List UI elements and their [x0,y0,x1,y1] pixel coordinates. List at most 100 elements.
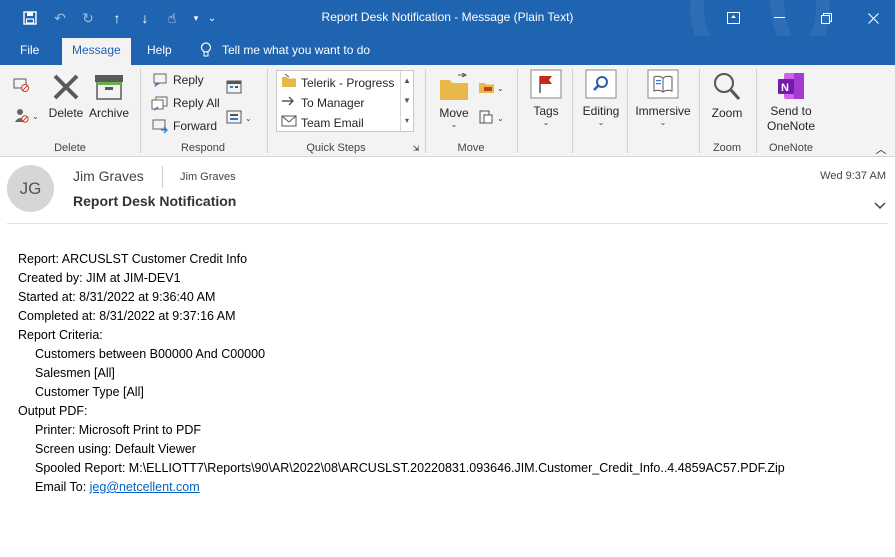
rules-icon: ⌄ [479,83,504,93]
folder-arrow-icon [281,73,301,91]
svg-text:⌄: ⌄ [497,84,504,93]
ribbon-display-options-icon[interactable] [714,0,752,36]
move-group-label: Move [457,142,485,154]
rules-button[interactable]: ⌄ [477,79,507,98]
body-line-customers: Customers between B00000 And C00000 [35,347,266,361]
meeting-reply-button[interactable] [224,79,244,98]
collapse-ribbon-icon[interactable]: ︿ [874,141,888,157]
quick-steps-group-label: Quick Steps [306,142,366,154]
flag-icon [530,69,562,99]
move-label: Move [439,106,469,120]
send-to-onenote-button[interactable]: N Send to OneNote [763,71,819,134]
editing-label: Editing [582,104,620,118]
delete-icon [53,74,79,100]
ignore-button[interactable] [10,75,32,96]
avatar: JG [7,165,54,212]
send-to-onenote-label-2: OneNote [766,119,816,133]
immersive-reader-icon [647,69,679,99]
group-separator [756,69,757,153]
find-icon [585,69,617,99]
zoom-button[interactable]: Zoom [706,71,748,120]
body-line-salesmen: Salesmen [All] [35,366,115,380]
cleanup-button[interactable]: ⌄ [10,107,42,128]
tell-me-search[interactable]: Tell me what you want to do [192,36,370,65]
group-separator [425,69,426,153]
magnifier-icon [714,73,741,100]
group-separator [699,69,700,153]
svg-text:⌄: ⌄ [497,114,504,123]
message-date: Wed 9:37 AM [820,170,886,182]
tags-label: Tags [533,104,559,118]
body-line-report: Report: ARCUSLST Customer Credit Info [18,252,248,266]
lightbulb-icon [200,36,214,64]
gallery-more-icon[interactable]: ▾ [401,111,413,131]
send-to-onenote-label-1: Send to [770,104,812,118]
quick-step-team-email-label: Team Email [301,115,364,130]
menu-tabs: File Message Help Tell me what you want … [0,36,895,65]
reply-all-button[interactable]: Reply All [151,95,220,111]
body-line-started: Started at: 8/31/2022 at 9:36:40 AM [18,290,216,304]
divider [162,166,163,188]
body-line-screen: Screen using: Default Viewer [35,442,196,456]
zoom-group-label: Zoom [712,142,742,154]
body-line-completed: Completed at: 8/31/2022 at 9:37:16 AM [18,309,236,323]
delete-group-label: Delete [54,142,86,154]
scroll-down-icon[interactable]: ▼ [401,91,413,111]
body-line-spooled: Spooled Report: M:\ELLIOTT7\Reports\90\A… [35,461,785,475]
tell-me-text: Tell me what you want to do [222,43,371,57]
svg-text:N: N [781,82,789,94]
onenote-group-label: OneNote [768,142,814,154]
tags-dropdown-icon: ⌄ [542,118,550,127]
reply-icon [153,73,167,88]
message-body: Report: ARCUSLST Customer Credit Info Cr… [18,250,785,497]
quick-step-telerik[interactable]: Telerik - Progress [281,73,394,91]
email-link[interactable]: jeg@netcellent.com [90,480,200,494]
forward-icon [152,119,168,134]
recipient-name[interactable]: Jim Graves [180,171,236,183]
body-line-criteria: Report Criteria: [18,328,103,342]
actions-icon: ⌄ [479,110,504,124]
editing-button[interactable]: Editing ⌄ [579,69,623,127]
svg-text:⌄: ⌄ [32,112,39,121]
archive-label: Archive [88,106,129,120]
group-separator [572,69,573,153]
move-dropdown-icon: ⌄ [450,120,458,129]
sender-name[interactable]: Jim Graves [73,168,144,184]
title-bar: ↶ ↻ ↑ ↓ ☝ ▾ ⌄ Report Desk Notification -… [0,0,895,36]
reply-all-icon [151,96,168,111]
quick-steps-scrollbar[interactable]: ▲ ▼ ▾ [400,71,413,131]
restore-icon[interactable] [807,0,845,36]
reply-label: Reply [173,73,204,87]
respond-group-label: Respond [180,142,226,154]
tab-message[interactable]: Message [62,38,131,65]
quick-step-to-manager[interactable]: To Manager [281,94,364,111]
group-separator [267,69,268,153]
scroll-up-icon[interactable]: ▲ [401,71,413,91]
quick-step-team-email[interactable]: Team Email [281,114,364,131]
tags-button[interactable]: Tags ⌄ [526,69,566,127]
move-folder-icon [440,72,468,100]
minimize-icon[interactable] [760,0,798,36]
tab-file[interactable]: File [10,36,49,65]
more-respond-icon: ⌄ [226,110,252,124]
actions-button[interactable]: ⌄ [477,109,507,128]
expand-header-icon[interactable] [874,199,886,213]
quick-steps-dialog-launcher-icon[interactable]: ⇲ [411,144,421,153]
forward-label: Forward [173,119,218,133]
archive-button[interactable]: Archive [88,73,130,120]
close-icon[interactable] [854,0,892,36]
svg-text:⌄: ⌄ [245,114,252,123]
more-respond-button[interactable]: ⌄ [224,109,256,128]
delete-button[interactable]: Delete [48,73,84,120]
immersive-dropdown-icon: ⌄ [659,118,667,127]
tab-help[interactable]: Help [137,36,182,65]
move-button[interactable]: Move ⌄ [435,72,473,129]
immersive-button[interactable]: Immersive ⌄ [633,69,693,127]
envelope-icon [281,114,301,131]
ribbon: ⌄ Delete Archive Delete Reply Reply All … [0,65,895,157]
body-line-created: Created by: JIM at JIM-DEV1 [18,271,181,285]
header-divider [7,223,888,224]
reply-button[interactable]: Reply [151,72,204,88]
forward-button[interactable]: Forward [151,118,217,134]
arrow-right-icon [281,94,301,111]
